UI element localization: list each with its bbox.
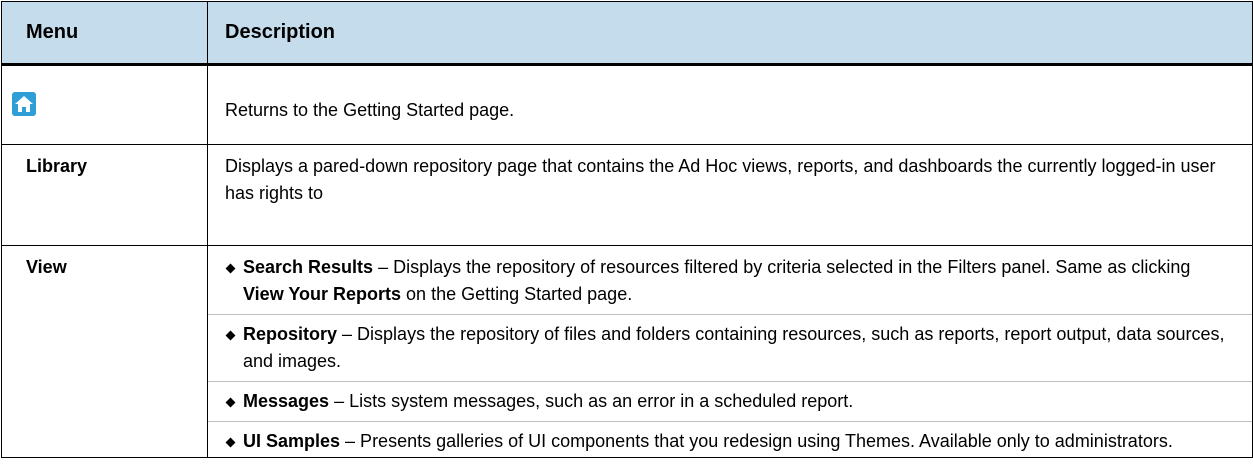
description-cell-view: Search Results – Displays the repository… — [207, 245, 1253, 458]
item-text: – Presents galleries of UI components th… — [340, 431, 1173, 451]
bullet-icon — [225, 397, 236, 408]
menu-cell-home — [1, 64, 208, 145]
table-row-home: Returns to the Getting Started page. — [1, 64, 1253, 145]
table-row-view: View Search Results – Displays the repos… — [1, 245, 1253, 458]
bullet-icon — [225, 330, 236, 341]
table-row-library: Library Displays a pared-down repository… — [1, 144, 1253, 246]
description-cell-home: Returns to the Getting Started page. — [207, 64, 1253, 145]
list-item-ui-samples: UI Samples – Presents galleries of UI co… — [208, 422, 1252, 457]
item-text: – Displays the repository of resources f… — [373, 257, 1191, 277]
bullet-icon — [225, 437, 236, 448]
description-cell-library: Displays a pared-down repository page th… — [207, 144, 1253, 246]
item-text: on the Getting Started page. — [401, 284, 633, 304]
item-text: – Displays the repository of files and f… — [243, 324, 1225, 371]
bullet-icon — [225, 263, 236, 274]
menu-cell-library: Library — [1, 144, 208, 246]
list-item-messages: Messages – Lists system messages, such a… — [208, 382, 1252, 422]
description-column-header: Description — [207, 1, 1253, 66]
menu-cell-view: View — [1, 245, 208, 458]
item-emphasis: View Your Reports — [243, 284, 402, 304]
item-term: Search Results — [243, 257, 374, 277]
menu-description-table: Menu Description Returns to the Getting … — [1, 1, 1253, 458]
list-item-search-results: Search Results – Displays the repository… — [208, 246, 1252, 315]
item-text: – Lists system messages, such as an erro… — [329, 391, 854, 411]
home-icon — [12, 92, 36, 116]
item-term: Messages — [243, 391, 330, 411]
list-item-repository: Repository – Displays the repository of … — [208, 315, 1252, 382]
menu-column-header: Menu — [1, 1, 208, 66]
item-term: UI Samples — [243, 431, 341, 451]
table-header-row: Menu Description — [1, 1, 1253, 66]
item-term: Repository — [243, 324, 338, 344]
